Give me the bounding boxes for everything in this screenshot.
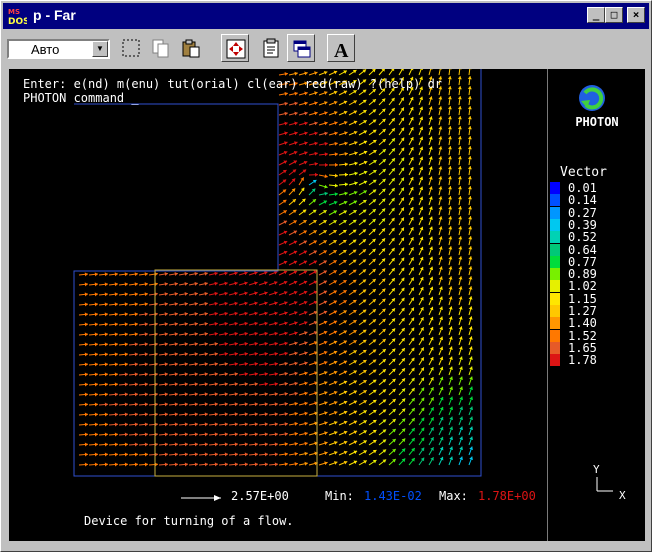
legend-swatch [550, 354, 560, 367]
minimize-button[interactable]: _ [587, 7, 605, 23]
console-prompt: PHOTON command _ [23, 91, 139, 105]
console-line: Enter: e(nd) m(enu) tut(orial) cl(ear) r… [23, 77, 443, 91]
legend-swatch [550, 341, 560, 354]
legend-swatch [550, 231, 560, 244]
fullscreen-icon [226, 39, 246, 59]
axis-x-label: X [619, 489, 626, 502]
legend-swatch [550, 194, 560, 207]
plot-caption: Device for turning of a flow. [84, 514, 294, 528]
legend-swatch [550, 243, 560, 256]
title-bar[interactable]: MS DOS p - Far _ □ × [3, 3, 649, 29]
copy-button[interactable] [147, 34, 175, 62]
legend-swatch [550, 268, 560, 281]
mark-button[interactable] [117, 34, 145, 62]
legend-swatch [550, 305, 560, 317]
properties-icon [263, 38, 279, 58]
fullscreen-button[interactable] [221, 34, 249, 62]
svg-text:DOS: DOS [8, 17, 27, 26]
legend-value: 1.78 [568, 353, 597, 368]
font-icon: A [334, 40, 349, 59]
toolbar: Авто ▼ A [3, 31, 649, 65]
legend-swatch [550, 292, 560, 305]
axes-icon [596, 477, 613, 492]
font-button[interactable]: A [327, 34, 355, 62]
min-label: Min: [325, 489, 354, 503]
close-icon: × [632, 8, 640, 21]
maximize-icon: □ [610, 8, 618, 21]
min-value: 1.43E-02 [364, 489, 422, 503]
minimize-icon: _ [592, 8, 600, 21]
photon-logo-icon [579, 85, 605, 111]
font-size-combo-value: Авто [31, 42, 60, 57]
legend-title: Vector [560, 165, 607, 180]
panel-divider [547, 69, 548, 541]
vector-arrows [78, 69, 474, 467]
legend-swatch [550, 280, 560, 293]
mark-icon [122, 39, 140, 57]
svg-text:MS: MS [8, 8, 20, 16]
legend-swatch [550, 206, 560, 219]
close-button[interactable]: × [627, 7, 645, 23]
axis-y-label: Y [593, 463, 600, 476]
paste-button[interactable] [177, 34, 205, 62]
chevron-down-icon[interactable]: ▼ [92, 41, 108, 57]
far-console-window: MS DOS p - Far _ □ × Авто ▼ A Enter: e(n… [0, 0, 652, 552]
copy-icon [152, 39, 169, 58]
scale-reference-value: 2.57E+00 [231, 489, 289, 503]
legend-swatch [550, 255, 560, 268]
legend-swatch [550, 182, 560, 194]
legend-swatch [550, 218, 560, 231]
background-icon [293, 40, 311, 58]
max-value: 1.78E+00 [478, 489, 536, 503]
properties-button[interactable] [257, 34, 285, 62]
photon-logo-label: PHOTON [575, 115, 619, 129]
ms-dos-icon: MS DOS [7, 6, 27, 26]
maximize-button[interactable]: □ [605, 7, 623, 23]
max-label: Max: [439, 489, 468, 503]
legend-swatch [550, 329, 560, 342]
background-button[interactable] [287, 34, 315, 62]
legend-swatch [550, 317, 560, 330]
window-title: p - Far [33, 7, 76, 23]
console-canvas[interactable]: Enter: e(nd) m(enu) tut(orial) cl(ear) r… [9, 69, 645, 541]
paste-icon [182, 39, 200, 58]
console-output: Enter: e(nd) m(enu) tut(orial) cl(ear) r… [23, 77, 442, 105]
font-size-combo[interactable]: Авто ▼ [7, 39, 110, 59]
scale-arrow-icon [181, 495, 221, 501]
svg-text:A: A [334, 40, 349, 59]
